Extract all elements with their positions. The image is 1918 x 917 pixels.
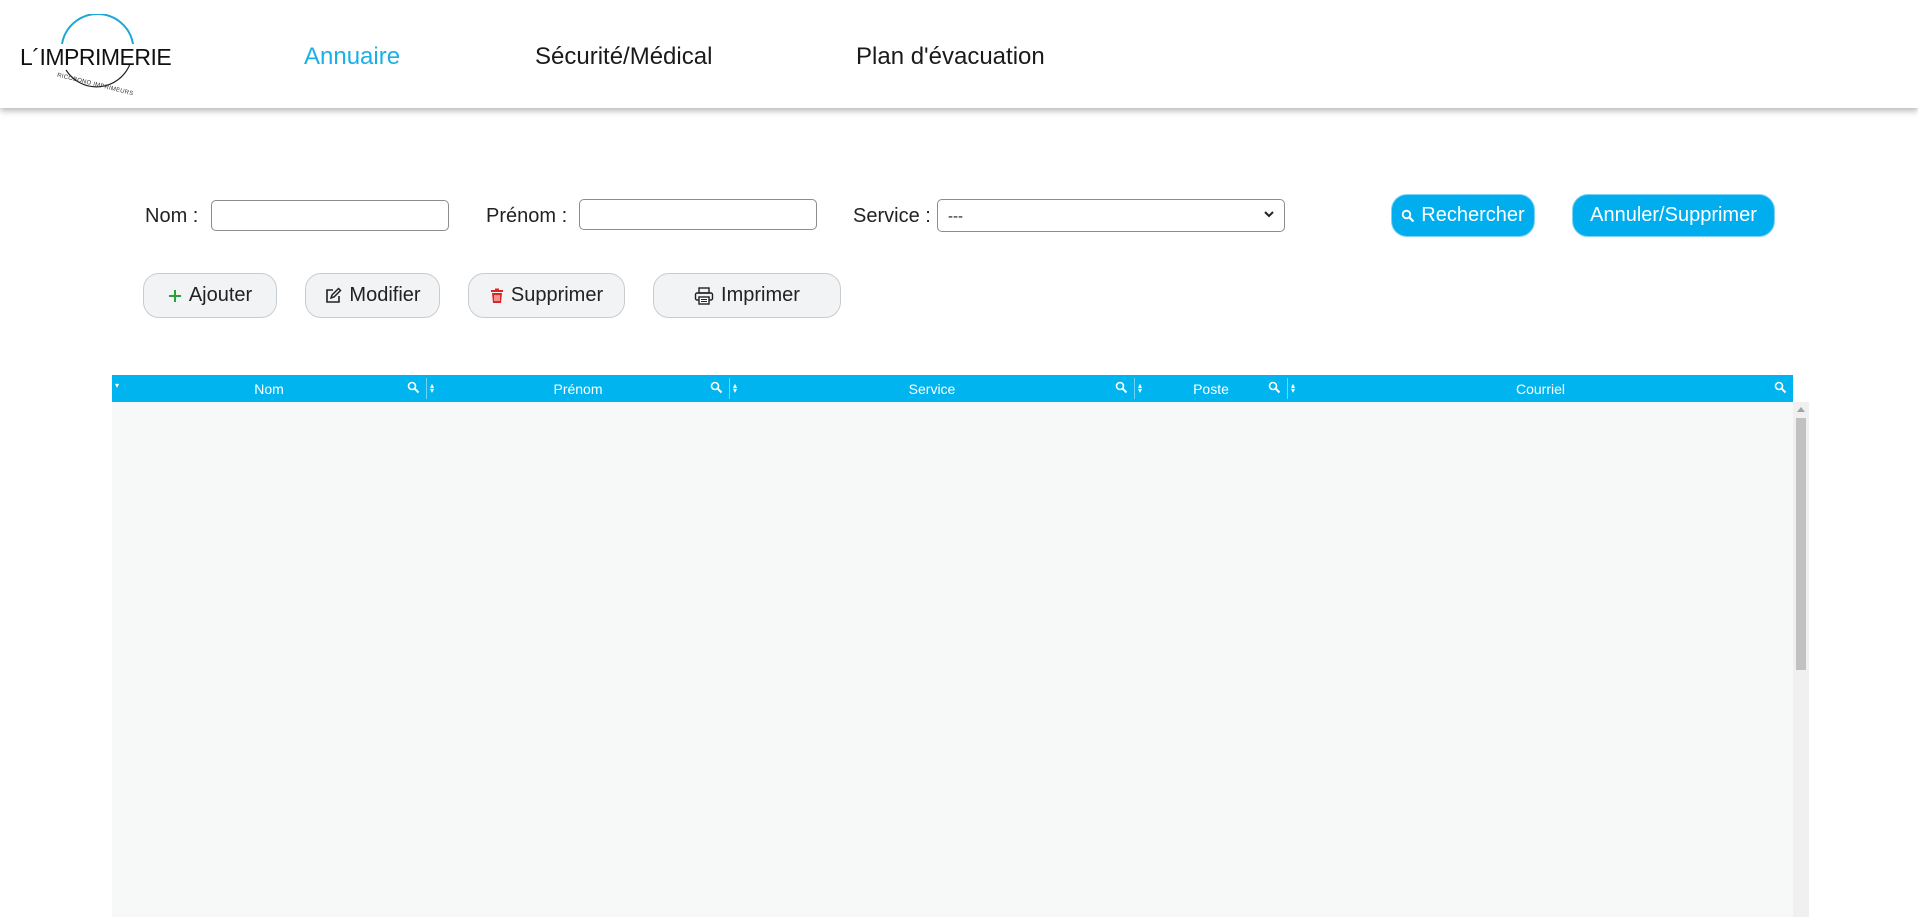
trash-icon [490,288,504,304]
prenom-label: Prénom : [486,205,568,227]
printer-icon [694,286,714,305]
search-button-label: Rechercher [1421,204,1525,226]
nav-plan-evacuation[interactable]: Plan d'évacuation [856,43,1045,71]
nom-label: Nom : [145,205,199,227]
column-header-prenom[interactable]: ▴ ▾ Prénom [427,375,729,402]
chevron-down-icon [1264,211,1274,218]
print-button-label: Imprimer [721,284,800,306]
delete-button-label: Supprimer [510,284,604,306]
column-search-icon[interactable] [1774,381,1787,394]
column-title: Service [908,381,956,397]
print-button[interactable]: Imprimer [653,273,841,318]
service-select[interactable]: --- [937,199,1285,232]
scroll-up-arrow-icon[interactable] [1797,407,1805,412]
column-search-icon[interactable] [1268,381,1281,394]
search-button[interactable]: Rechercher [1391,194,1535,237]
add-button-label: Ajouter [188,284,253,306]
service-select-value: --- [948,208,963,225]
delete-button[interactable]: Supprimer [468,273,625,318]
logo-text: L´IMPRIMERIE [20,44,172,70]
column-header-service[interactable]: ▴ ▾ Service [730,375,1134,402]
logo[interactable]: L´IMPRIMERIE RICOBONO IMPRIMEURS [20,14,172,97]
nom-input[interactable] [211,200,449,231]
column-title: Poste [1193,381,1229,397]
edit-icon [324,286,342,305]
column-search-icon[interactable] [710,381,723,394]
prenom-input[interactable] [579,199,817,230]
column-search-icon[interactable] [407,381,420,394]
column-search-icon[interactable] [1115,381,1128,394]
vertical-scrollbar[interactable] [1793,402,1809,917]
top-navbar: L´IMPRIMERIE RICOBONO IMPRIMEURS Annuair… [0,0,1918,108]
cancel-delete-button-label: Annuler/Supprimer [1590,204,1757,226]
service-label: Service : [853,205,931,227]
add-button[interactable]: Ajouter [143,273,277,318]
column-title: Nom [254,381,284,397]
column-header-nom[interactable]: ▾ Nom [112,375,426,402]
plus-icon [168,289,182,303]
nav-securite-medical[interactable]: Sécurité/Médical [535,43,712,71]
scrollbar-thumb[interactable] [1796,418,1806,670]
grid-header: ▾ Nom ▴ ▾ Prénom ▴ ▾ Service ▴ ▾ Poste ▴… [112,375,1793,402]
magnifier-icon [1402,209,1415,222]
column-header-poste[interactable]: ▴ ▾ Poste [1135,375,1287,402]
column-title: Prénom [553,381,603,397]
column-header-courriel[interactable]: ▴ ▾ Courriel [1288,375,1793,402]
directory-grid: ▾ Nom ▴ ▾ Prénom ▴ ▾ Service ▴ ▾ Poste ▴… [112,375,1809,917]
nav-annuaire[interactable]: Annuaire [304,43,400,71]
edit-button-label: Modifier [349,284,421,306]
column-title: Courriel [1515,381,1565,397]
cancel-delete-button[interactable]: Annuler/Supprimer [1572,194,1775,237]
grid-body[interactable] [112,402,1793,917]
edit-button[interactable]: Modifier [305,273,440,318]
